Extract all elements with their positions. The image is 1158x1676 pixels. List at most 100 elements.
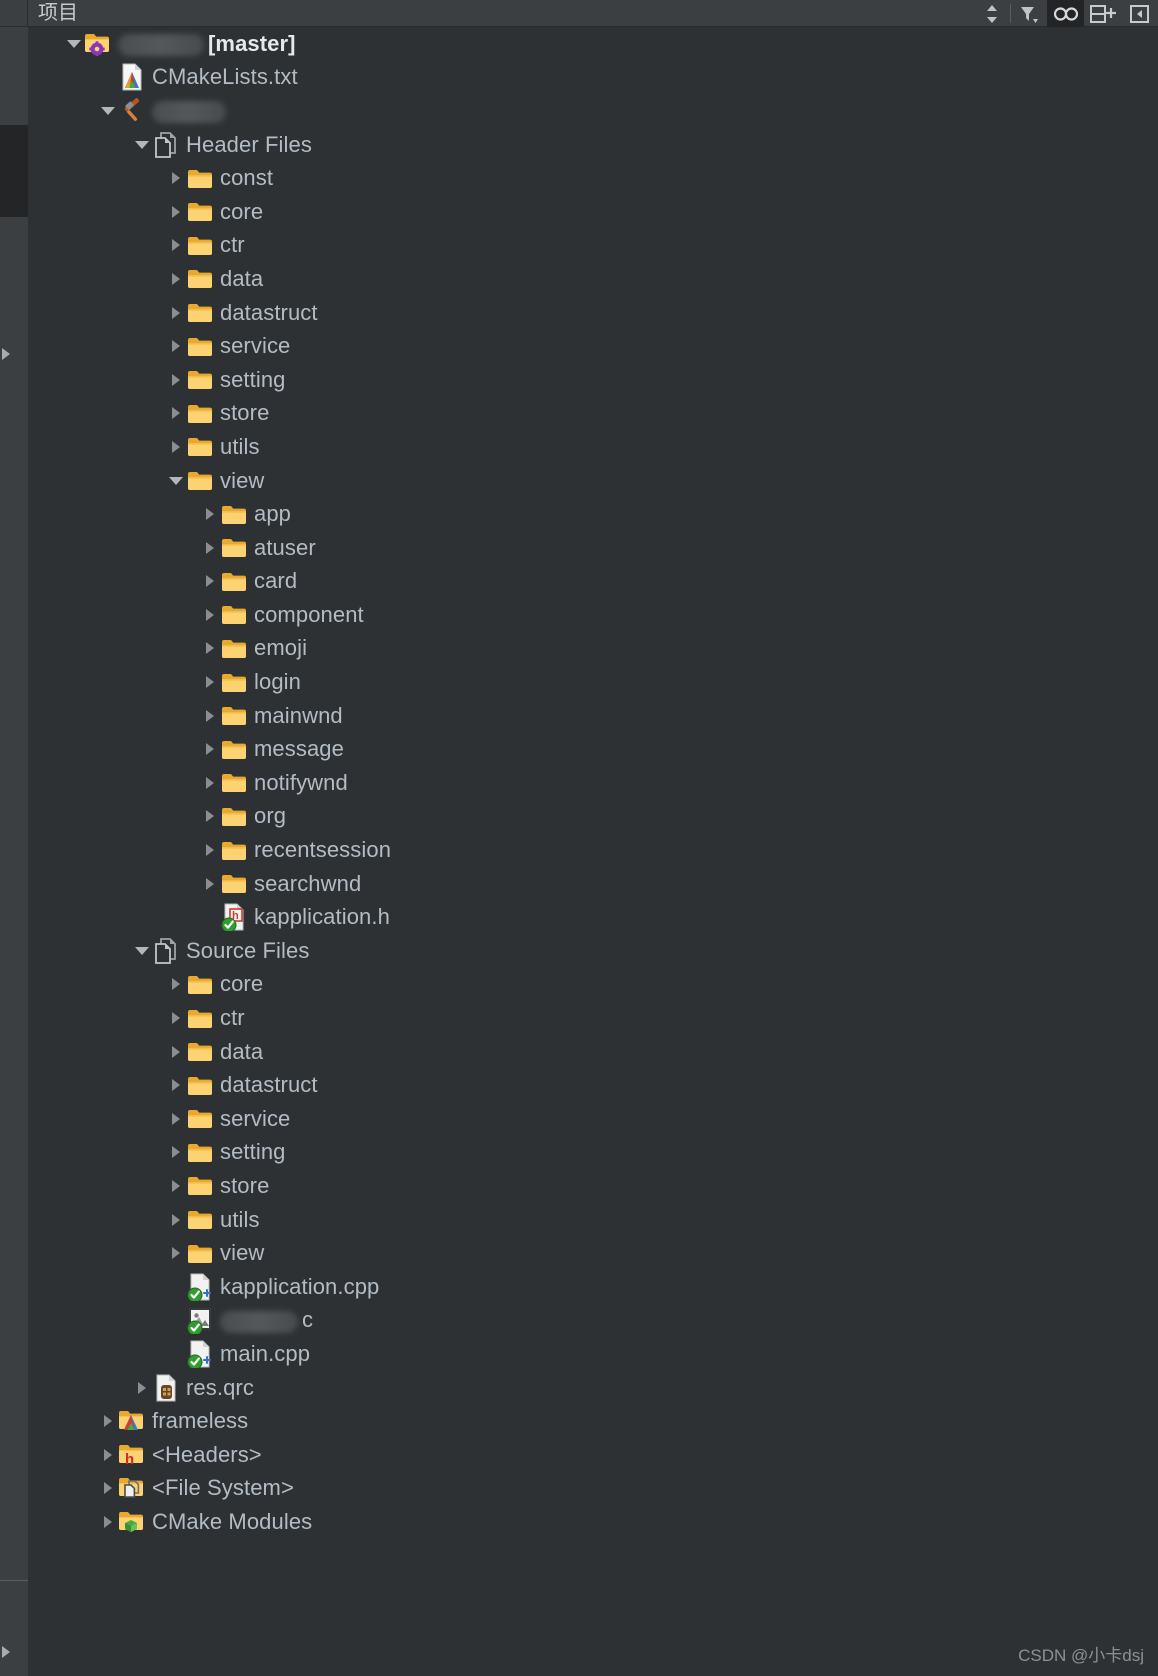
tree-row[interactable]: datastruct [28, 296, 1158, 330]
tree-row-label: res.qrc [186, 1374, 254, 1400]
tree-row[interactable]: searchwnd [28, 867, 1158, 901]
chevron-right-icon[interactable] [166, 1136, 186, 1169]
chevron-right-icon[interactable] [166, 195, 186, 228]
tree-row[interactable]: service [28, 1102, 1158, 1136]
tree-row[interactable]: ctr [28, 229, 1158, 263]
sort-icon[interactable] [973, 0, 1010, 27]
chevron-right-icon[interactable] [166, 262, 186, 295]
gutter-expand-arrow-top[interactable] [2, 348, 10, 360]
chevron-right-icon[interactable] [132, 1371, 152, 1404]
chevron-right-icon[interactable] [200, 766, 220, 799]
tree-row[interactable]: atuser [28, 531, 1158, 565]
gutter-active-segment[interactable] [0, 125, 28, 217]
tree-row[interactable]: card [28, 565, 1158, 599]
tree-row[interactable]: frameless [28, 1404, 1158, 1438]
tree-row[interactable]: store [28, 397, 1158, 431]
tree-row[interactable]: core [28, 195, 1158, 229]
chevron-down-icon[interactable] [132, 128, 152, 161]
chevron-right-icon[interactable] [98, 1505, 118, 1538]
chevron-right-icon[interactable] [166, 968, 186, 1001]
chevron-right-icon[interactable] [98, 1438, 118, 1471]
chevron-down-icon[interactable] [166, 464, 186, 497]
chevron-right-icon[interactable] [166, 397, 186, 430]
chevron-right-icon[interactable] [200, 598, 220, 631]
chevron-right-icon[interactable] [166, 1102, 186, 1135]
chevron-right-icon[interactable] [200, 699, 220, 732]
tree-row[interactable]: CMakeLists.txt [28, 61, 1158, 95]
chevron-right-icon[interactable] [166, 330, 186, 363]
tree-row[interactable]: CMake Modules [28, 1505, 1158, 1539]
tree-row[interactable]: setting [28, 1136, 1158, 1170]
tree-row[interactable]: kapplication.cpp [28, 1270, 1158, 1304]
chevron-right-icon[interactable] [166, 363, 186, 396]
tree-row[interactable]: mainwnd [28, 699, 1158, 733]
gutter-expand-arrow-bottom[interactable] [2, 1646, 10, 1658]
chevron-right-icon[interactable] [200, 800, 220, 833]
tree-row[interactable]: ctr [28, 1001, 1158, 1035]
tree-row[interactable]: utils [28, 1203, 1158, 1237]
tree-row[interactable]: h kapplication.h [28, 900, 1158, 934]
chevron-right-icon[interactable] [166, 430, 186, 463]
tool-window-gutter[interactable] [0, 0, 28, 1676]
tree-row[interactable]: [master] [28, 27, 1158, 61]
tree-row[interactable]: utils [28, 430, 1158, 464]
tree-row[interactable]: recentsession [28, 833, 1158, 867]
tree-row[interactable]: login [28, 665, 1158, 699]
chevron-right-icon[interactable] [200, 666, 220, 699]
chevron-down-icon[interactable] [132, 934, 152, 967]
chevron-right-icon[interactable] [166, 1035, 186, 1068]
chevron-right-icon[interactable] [166, 1069, 186, 1102]
chevron-down-icon[interactable] [98, 94, 118, 127]
tree-row[interactable]: res.qrc [28, 1371, 1158, 1405]
chevron-right-icon[interactable] [200, 531, 220, 564]
tree-row[interactable]: service [28, 329, 1158, 363]
chevron-down-icon[interactable] [64, 27, 84, 60]
split-add-icon[interactable] [1084, 0, 1121, 27]
chevron-right-icon[interactable] [200, 565, 220, 598]
tree-row[interactable]: setting [28, 363, 1158, 397]
tree-row[interactable]: c [28, 1304, 1158, 1338]
tree-row[interactable]: view [28, 464, 1158, 498]
chevron-right-icon[interactable] [98, 1405, 118, 1438]
tree-row[interactable]: data [28, 1035, 1158, 1069]
folder-icon [186, 1069, 214, 1102]
tree-row[interactable]: emoji [28, 632, 1158, 666]
tree-row[interactable]: <File System> [28, 1472, 1158, 1506]
chevron-right-icon[interactable] [166, 1002, 186, 1035]
collapse-icon[interactable] [1121, 0, 1158, 27]
chevron-right-icon[interactable] [200, 867, 220, 900]
tree-row[interactable]: h <Headers> [28, 1438, 1158, 1472]
tree-row[interactable]: const [28, 161, 1158, 195]
tree-row[interactable]: notifywnd [28, 766, 1158, 800]
chevron-right-icon[interactable] [200, 498, 220, 531]
chevron-right-icon[interactable] [200, 733, 220, 766]
panel-header: 项目 [28, 0, 1158, 27]
link-icon[interactable] [1047, 0, 1084, 27]
tree-row[interactable]: org [28, 800, 1158, 834]
tree-row[interactable]: datastruct [28, 1068, 1158, 1102]
tree-row[interactable]: app [28, 497, 1158, 531]
tree-row[interactable]: Header Files [28, 128, 1158, 162]
tree-row[interactable]: Source Files [28, 934, 1158, 968]
chevron-right-icon[interactable] [166, 162, 186, 195]
tree-row-label: core [220, 198, 264, 224]
tree-row[interactable]: main.cpp [28, 1337, 1158, 1371]
tree-row[interactable]: store [28, 1169, 1158, 1203]
chevron-right-icon[interactable] [166, 1203, 186, 1236]
tree-row[interactable]: data [28, 262, 1158, 296]
filter-icon[interactable] [1010, 0, 1047, 27]
tree-row[interactable]: message [28, 732, 1158, 766]
chevron-right-icon[interactable] [166, 229, 186, 262]
chevron-right-icon[interactable] [166, 1169, 186, 1202]
chevron-right-icon[interactable] [166, 1237, 186, 1270]
tree-row[interactable]: component [28, 598, 1158, 632]
chevron-right-icon[interactable] [200, 632, 220, 665]
chevron-right-icon[interactable] [200, 834, 220, 867]
chevron-right-icon[interactable] [98, 1472, 118, 1505]
tree-row[interactable] [28, 94, 1158, 128]
project-tree[interactable]: [master] CMakeLists.txt Header Files con… [28, 27, 1158, 1676]
chevron-right-glyph [206, 877, 214, 890]
tree-row[interactable]: view [28, 1236, 1158, 1270]
chevron-right-icon[interactable] [166, 296, 186, 329]
tree-row[interactable]: core [28, 968, 1158, 1002]
